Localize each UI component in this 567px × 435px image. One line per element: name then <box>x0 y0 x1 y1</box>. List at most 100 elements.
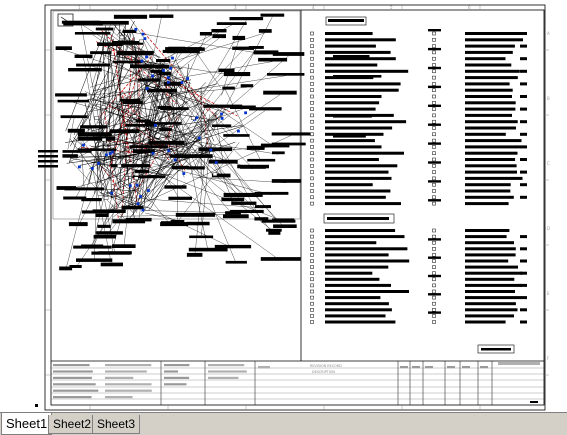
row-bullet <box>310 38 314 42</box>
junction-node <box>135 183 139 187</box>
junction-node <box>162 69 165 72</box>
component-label <box>55 46 72 50</box>
qty-bullet <box>432 88 436 92</box>
junction-node <box>151 74 154 78</box>
drawing-canvas: 1 2 3 4 5 6 A B C D E F REVISION RECORD DESCRIPTION <box>0 0 567 412</box>
component-label <box>68 222 88 227</box>
connector-box <box>94 116 99 120</box>
component-label <box>110 164 151 168</box>
connector-box <box>144 207 150 211</box>
part-description <box>325 195 386 199</box>
part-description <box>325 320 396 324</box>
qty-note <box>428 274 441 278</box>
part-description <box>325 50 391 54</box>
part-number <box>465 132 506 136</box>
row-bullet <box>310 189 314 193</box>
component-label <box>258 57 288 62</box>
junction-node <box>141 208 145 212</box>
junction-node <box>139 195 142 198</box>
component-label <box>240 84 254 88</box>
part-description <box>325 57 396 61</box>
qty-bullet <box>432 201 436 206</box>
part-number <box>465 265 518 269</box>
part-description <box>325 164 398 168</box>
junction-node <box>220 117 224 120</box>
connector-box <box>103 196 109 200</box>
part-description <box>325 302 389 306</box>
qty-bullet <box>432 164 436 168</box>
component-label <box>134 169 150 173</box>
part-number <box>465 183 511 187</box>
schematic-sheet: 1 2 3 4 5 6 A B C D E F REVISION RECORD DESCRIPTION <box>35 4 550 411</box>
terminal-label <box>38 155 58 158</box>
row-bullet <box>310 201 314 206</box>
part-number <box>465 38 523 42</box>
row-bullet <box>310 265 314 269</box>
component-labels <box>38 13 311 271</box>
qty-note <box>428 256 441 259</box>
connector-box <box>117 163 122 168</box>
component-label <box>273 224 297 228</box>
junction-node <box>244 111 247 115</box>
sub-item-label <box>333 135 366 138</box>
part-ref <box>520 320 527 324</box>
row-bullet <box>310 301 314 306</box>
row-bullet <box>310 50 314 55</box>
part-number <box>465 44 515 48</box>
component-label <box>160 107 189 111</box>
part-ref <box>520 145 527 149</box>
approval-value <box>208 370 247 373</box>
part-number <box>465 57 506 61</box>
part-description <box>325 235 405 239</box>
part-ref <box>520 170 527 174</box>
tab-sheet1[interactable]: Sheet1 <box>1 413 53 435</box>
component-label <box>148 140 185 145</box>
part-description <box>325 314 386 318</box>
part-number <box>465 69 520 73</box>
title-field-value <box>105 364 152 367</box>
junction-node <box>151 151 155 155</box>
component-label <box>125 217 152 222</box>
component-label <box>155 64 170 69</box>
row-bullet <box>310 234 314 239</box>
drawing-number <box>498 362 540 365</box>
component-label <box>117 50 154 54</box>
row-bullet <box>310 277 314 282</box>
qty-bullet <box>432 44 436 48</box>
qty-bullet <box>432 308 436 312</box>
part-description <box>325 32 373 35</box>
component-label <box>80 125 107 129</box>
part-description <box>325 63 378 67</box>
junction-node <box>105 153 108 157</box>
part-description <box>325 189 391 193</box>
junction-node <box>147 189 150 192</box>
side-zone-letter: F <box>547 356 550 361</box>
junction-node <box>173 158 177 162</box>
row-bullet <box>310 75 314 80</box>
component-label <box>231 201 257 205</box>
component-label <box>267 73 305 76</box>
part-description <box>325 247 408 251</box>
component-label <box>186 221 210 226</box>
component-label <box>186 252 203 257</box>
connector-box <box>190 116 196 120</box>
qty-bullet <box>432 228 436 233</box>
row-bullet <box>310 101 314 105</box>
qty-bullet <box>432 31 436 36</box>
component-label <box>68 21 87 25</box>
row-bullet <box>310 138 314 143</box>
leader-line <box>171 87 248 95</box>
tab-sheet2[interactable]: Sheet2 <box>48 415 97 434</box>
part-description <box>325 202 401 206</box>
row-bullet <box>310 56 314 61</box>
part-ref <box>520 183 527 187</box>
tab-sheet3[interactable]: Sheet3 <box>92 415 141 434</box>
part-number <box>465 302 516 306</box>
part-number <box>465 139 522 143</box>
row-bullet <box>310 145 314 149</box>
component-label <box>95 27 114 31</box>
component-label <box>69 265 82 268</box>
part-number <box>465 320 506 324</box>
component-label <box>230 209 264 213</box>
title-block: REVISION RECORD DESCRIPTION <box>51 360 544 405</box>
